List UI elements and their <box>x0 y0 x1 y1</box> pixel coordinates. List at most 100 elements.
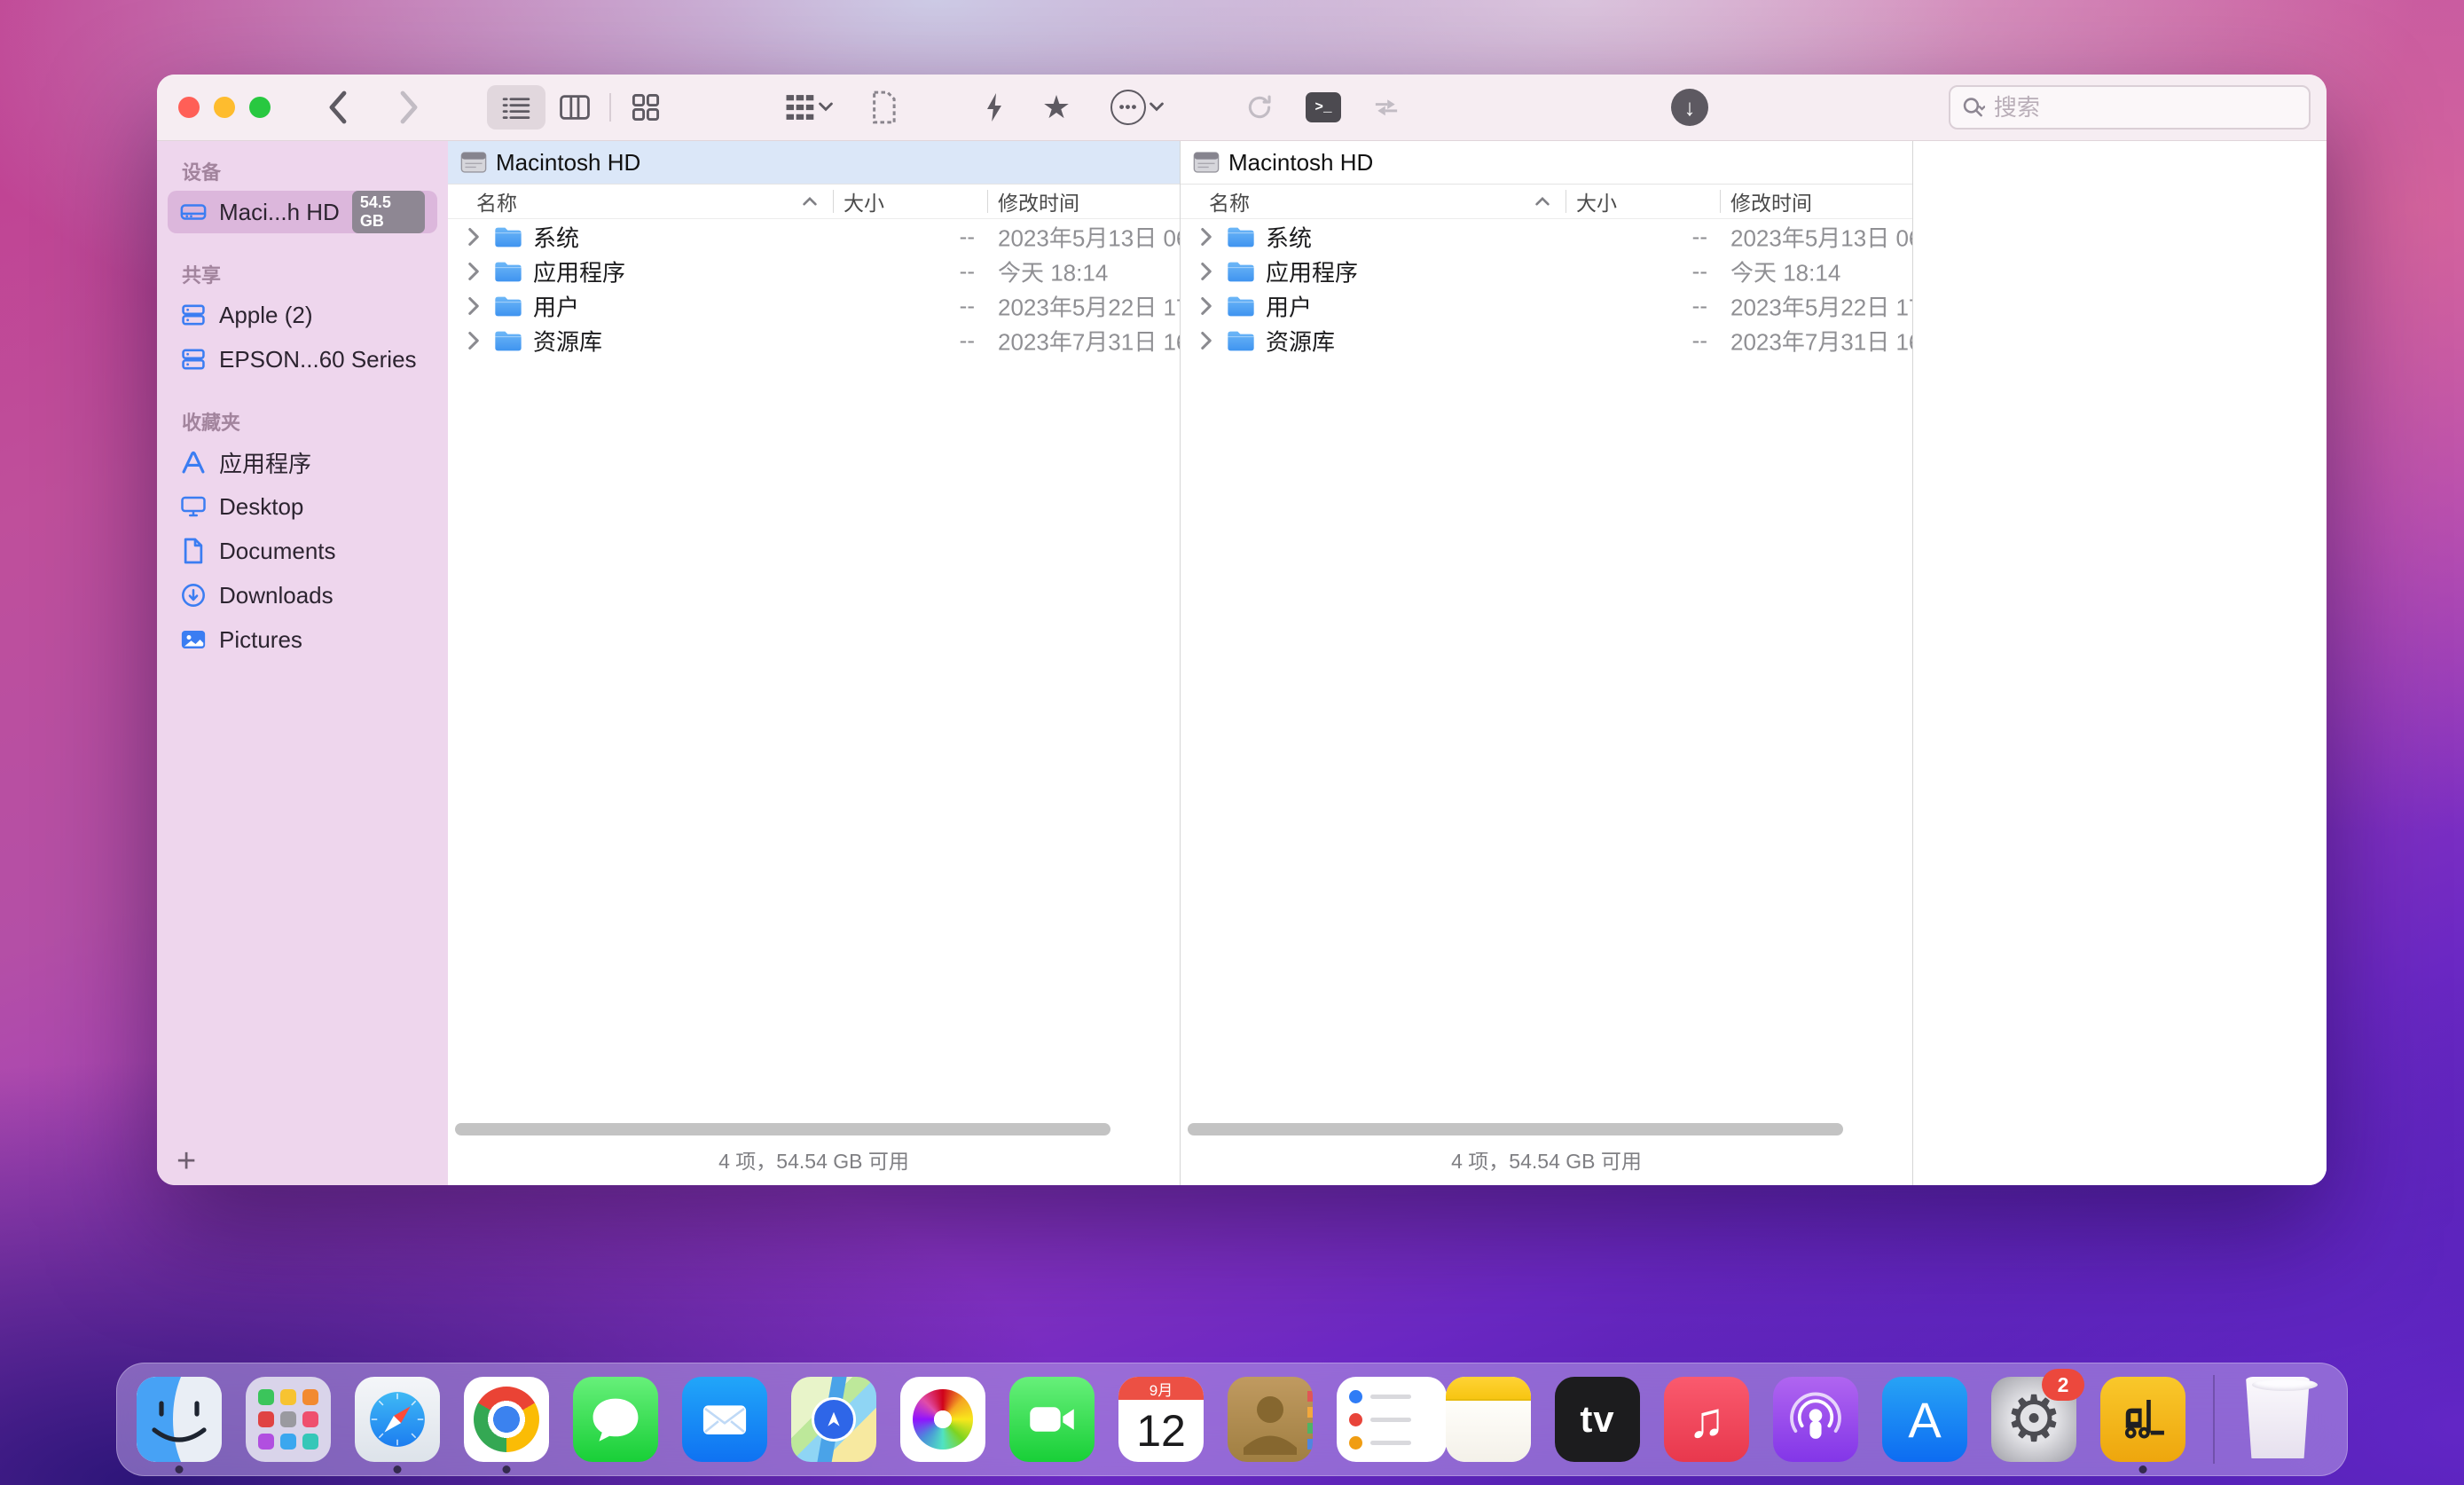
back-button[interactable] <box>313 85 363 130</box>
favorites-button[interactable]: ★ <box>1032 85 1081 130</box>
file-size: -- <box>833 292 975 319</box>
disclosure-triangle[interactable] <box>1200 262 1212 281</box>
search-input[interactable] <box>1992 93 2298 122</box>
file-size: -- <box>1566 257 1707 285</box>
search-field[interactable] <box>1949 85 2311 130</box>
minimize-button[interactable] <box>214 97 235 118</box>
add-button[interactable]: + <box>177 1144 196 1178</box>
sidebar-item-label: Desktop <box>219 493 303 521</box>
app-store-a-glyph: A <box>1908 1391 1941 1449</box>
photos-icon[interactable] <box>900 1377 985 1462</box>
close-button[interactable] <box>178 97 200 118</box>
pane-path-bar[interactable]: Macintosh HD <box>448 141 1180 185</box>
file-row[interactable]: 资源库--2023年7月31日 16 <box>1181 323 1912 358</box>
sidebar-section: 收藏夹应用程序DesktopDocumentsDownloadsPictures <box>157 407 448 661</box>
download-icon: ↓ <box>1671 89 1708 126</box>
file-list: 系统--2023年5月13日 06应用程序--今天 18:14用户--2023年… <box>1181 219 1912 358</box>
group-by-button[interactable] <box>769 85 849 130</box>
chrome-icon[interactable] <box>464 1377 549 1462</box>
pane-title-label: Macintosh HD <box>496 149 640 177</box>
column-header-name[interactable]: 名称 <box>1209 186 1250 216</box>
disclosure-triangle[interactable] <box>467 227 480 247</box>
column-header-modified[interactable]: 修改时间 <box>998 186 1079 216</box>
apple-tv-icon[interactable]: tv <box>1555 1377 1640 1462</box>
file-row[interactable]: 系统--2023年5月13日 06 <box>448 219 1180 254</box>
disclosure-triangle[interactable] <box>1200 227 1212 247</box>
column-headers: 名称 大小 修改时间 <box>1181 185 1912 219</box>
calendar-day-label: 12 <box>1118 1400 1204 1462</box>
column-header-size[interactable]: 大小 <box>844 186 884 216</box>
mail-icon[interactable] <box>682 1377 767 1462</box>
pane-path-bar[interactable]: Macintosh HD <box>1181 141 1912 185</box>
disclosure-triangle[interactable] <box>1200 296 1212 316</box>
file-row[interactable]: 用户--2023年5月22日 17 <box>448 288 1180 323</box>
forklift-icon[interactable] <box>2100 1377 2185 1462</box>
column-header-name[interactable]: 名称 <box>476 186 517 216</box>
column-header-modified[interactable]: 修改时间 <box>1730 186 1812 216</box>
disclosure-triangle[interactable] <box>1200 331 1212 350</box>
more-actions-button[interactable]: ••• <box>1099 85 1175 130</box>
sidebar-item-label: Pictures <box>219 626 302 654</box>
chevron-down-icon <box>819 102 833 113</box>
system-preferences-icon[interactable]: ⚙2 <box>1991 1377 2076 1462</box>
horizontal-scrollbar[interactable] <box>455 1123 1110 1135</box>
window-body: 设备Maci...h HD54.5 GB共享Apple (2)EPSON...6… <box>157 141 2327 1185</box>
sidebar: 设备Maci...h HD54.5 GB共享Apple (2)EPSON...6… <box>157 141 448 1185</box>
facetime-icon[interactable] <box>1009 1377 1095 1462</box>
trash-icon[interactable] <box>2242 1377 2327 1462</box>
music-icon[interactable]: ♫ <box>1664 1377 1749 1462</box>
zoom-button[interactable] <box>249 97 271 118</box>
file-row[interactable]: 资源库--2023年7月31日 16 <box>448 323 1180 358</box>
sidebar-item-pictures[interactable]: Pictures <box>168 618 437 661</box>
sidebar-item-applications[interactable]: 应用程序 <box>168 441 437 483</box>
launchpad-icon[interactable] <box>246 1377 331 1462</box>
file-row[interactable]: 用户--2023年5月22日 17 <box>1181 288 1912 323</box>
disclosure-triangle[interactable] <box>467 296 480 316</box>
sidebar-item-label: Apple (2) <box>219 302 313 329</box>
column-divider[interactable] <box>1720 190 1721 213</box>
forward-button[interactable] <box>384 85 434 130</box>
contacts-icon[interactable] <box>1228 1377 1313 1462</box>
column-divider[interactable] <box>833 190 834 213</box>
sidebar-item-label: 应用程序 <box>219 446 311 479</box>
quick-actions-button[interactable] <box>969 85 1019 130</box>
file-modified-date: 2023年7月31日 16 <box>1730 324 1913 357</box>
maps-icon[interactable] <box>791 1377 876 1462</box>
notes-icon[interactable] <box>1446 1377 1531 1462</box>
finder-icon[interactable] <box>137 1377 222 1462</box>
app-store-icon[interactable]: A <box>1882 1377 1967 1462</box>
column-view-button[interactable] <box>545 85 604 130</box>
calendar-icon[interactable]: 9月12 <box>1118 1377 1204 1462</box>
sidebar-section: 设备Maci...h HD54.5 GB <box>157 157 448 233</box>
column-divider[interactable] <box>987 190 988 213</box>
sidebar-item-macintosh-hd[interactable]: Maci...h HD54.5 GB <box>168 191 437 233</box>
icon-view-button[interactable] <box>616 85 675 130</box>
file-size: -- <box>833 223 975 250</box>
transfer-button[interactable] <box>1361 85 1411 130</box>
reminders-icon[interactable] <box>1337 1377 1422 1462</box>
sidebar-item-apple-2[interactable]: Apple (2) <box>168 294 437 336</box>
disclosure-triangle[interactable] <box>467 262 480 281</box>
sidebar-item-documents[interactable]: Documents <box>168 530 437 572</box>
search-icon <box>1961 94 1985 121</box>
sidebar-item-epson-series[interactable]: EPSON...60 Series <box>168 338 437 381</box>
file-row[interactable]: 应用程序--今天 18:14 <box>448 254 1180 288</box>
dual-pane-content: Macintosh HD名称大小修改时间系统--2023年5月13日 06应用程… <box>448 141 2327 1185</box>
sidebar-item-downloads[interactable]: Downloads <box>168 574 437 617</box>
network-server-icon <box>180 302 207 328</box>
sync-button[interactable] <box>1235 85 1284 130</box>
podcasts-icon[interactable] <box>1773 1377 1858 1462</box>
preview-button[interactable] <box>858 85 907 130</box>
terminal-button[interactable]: >_ <box>1299 85 1348 130</box>
messages-icon[interactable] <box>573 1377 658 1462</box>
column-header-size[interactable]: 大小 <box>1576 186 1617 216</box>
horizontal-scrollbar[interactable] <box>1188 1123 1843 1135</box>
download-button[interactable]: ↓ <box>1665 85 1715 130</box>
list-view-button[interactable] <box>487 85 545 130</box>
disclosure-triangle[interactable] <box>467 331 480 350</box>
file-row[interactable]: 系统--2023年5月13日 06 <box>1181 219 1912 254</box>
safari-icon[interactable] <box>355 1377 440 1462</box>
sidebar-item-desktop[interactable]: Desktop <box>168 485 437 528</box>
file-row[interactable]: 应用程序--今天 18:14 <box>1181 254 1912 288</box>
music-note-glyph: ♫ <box>1688 1391 1725 1449</box>
